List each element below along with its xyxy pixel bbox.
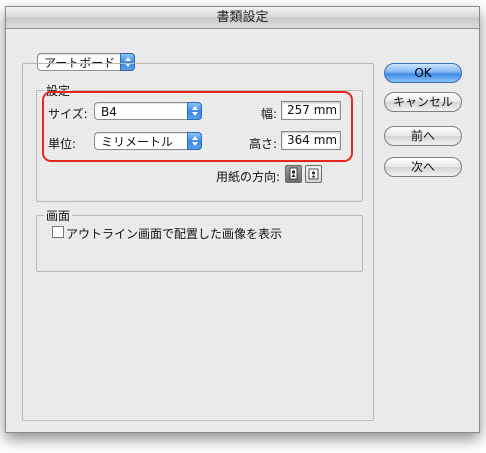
- orientation-label: 用紙の方向:: [216, 170, 281, 184]
- dialog-title: 書類設定: [6, 7, 479, 29]
- landscape-orientation-button[interactable]: [305, 165, 322, 183]
- popup-arrows-icon: [187, 132, 202, 150]
- portrait-icon: [289, 167, 298, 180]
- prev-button[interactable]: 前へ: [384, 126, 462, 146]
- height-field[interactable]: 364 mm: [281, 131, 341, 150]
- display-group: [36, 215, 363, 272]
- next-button[interactable]: 次へ: [384, 157, 462, 177]
- cancel-button[interactable]: キャンセル: [384, 92, 462, 112]
- display-group-label: 画面: [44, 207, 73, 224]
- show-images-outline-checkbox[interactable]: [52, 226, 64, 238]
- height-label: 高さ:: [249, 137, 278, 151]
- size-label: サイズ:: [48, 107, 88, 121]
- ok-button[interactable]: OK: [384, 63, 462, 83]
- portrait-orientation-button[interactable]: [285, 165, 302, 183]
- size-popup-value: B4: [101, 105, 117, 119]
- document-setup-dialog: 書類設定 アートボード 設定 サイズ: B4 幅: 257 mm 単位: ミリメ…: [5, 6, 480, 433]
- show-images-outline-label[interactable]: アウトライン画面で配置した画像を表示: [66, 225, 282, 242]
- width-label: 幅:: [261, 107, 278, 121]
- width-field[interactable]: 257 mm: [281, 101, 341, 120]
- landscape-icon: [308, 168, 319, 180]
- unit-label: 単位:: [48, 137, 77, 151]
- unit-popup[interactable]: ミリメートル: [94, 132, 202, 150]
- unit-popup-value: ミリメートル: [101, 135, 174, 149]
- size-popup[interactable]: B4: [94, 102, 202, 120]
- popup-arrows-icon: [187, 102, 202, 120]
